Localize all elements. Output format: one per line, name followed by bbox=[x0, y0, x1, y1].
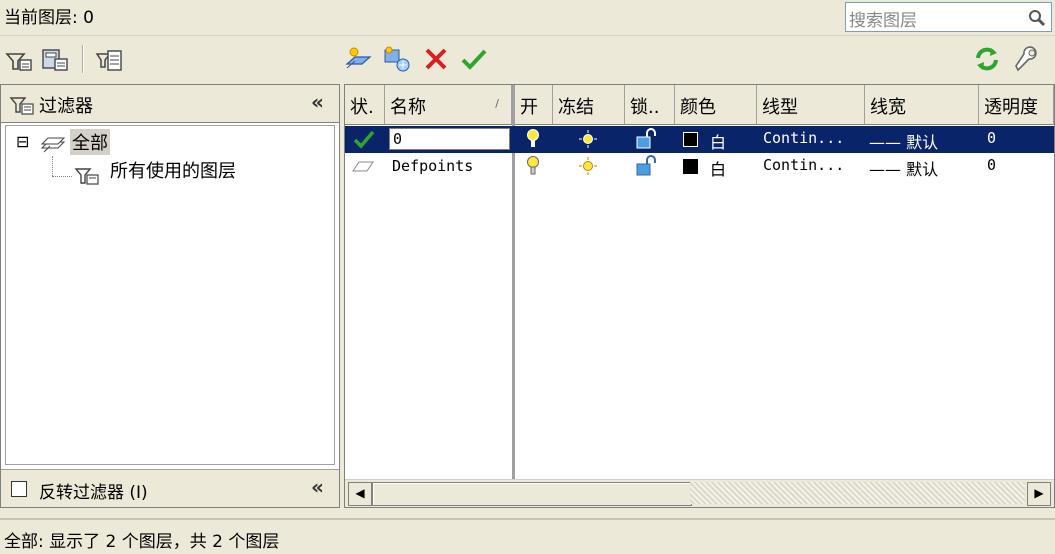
filter-panel-title: 过滤器 bbox=[39, 96, 93, 117]
collapse-filter-footer-button[interactable]: « bbox=[311, 475, 324, 499]
delete-layer-icon[interactable] bbox=[421, 44, 451, 74]
lineweight-value[interactable]: —— 默认 bbox=[869, 129, 938, 153]
column-header-name[interactable]: 名称 / bbox=[385, 85, 512, 125]
bulb-on-icon[interactable] bbox=[525, 155, 541, 177]
tree-expander-icon[interactable]: ⊟ bbox=[16, 132, 29, 151]
new-layer-vp-frozen-icon[interactable] bbox=[382, 44, 412, 74]
invert-filter-checkbox[interactable] bbox=[11, 481, 27, 497]
sun-thawed-icon[interactable] bbox=[578, 129, 598, 149]
sort-indicator: / bbox=[495, 97, 499, 110]
column-header-linetype[interactable]: 线型 bbox=[757, 85, 865, 125]
unlocked-padlock-icon[interactable] bbox=[635, 128, 657, 150]
current-layer-check-icon[interactable] bbox=[353, 129, 375, 149]
scrollbar-track[interactable] bbox=[690, 482, 1025, 504]
toolbar bbox=[0, 37, 1055, 83]
top-bar: 当前图层: 0 搜索图层 bbox=[0, 0, 1055, 36]
column-header-status[interactable]: 状. bbox=[345, 85, 385, 125]
collapse-filter-panel-button[interactable]: « bbox=[311, 90, 324, 114]
tree-line bbox=[52, 156, 53, 176]
search-icon[interactable] bbox=[1028, 9, 1046, 27]
set-current-icon[interactable] bbox=[459, 44, 489, 74]
status-text: 全部: 显示了 2 个图层，共 2 个图层 bbox=[4, 532, 280, 552]
bulb-on-icon[interactable] bbox=[525, 128, 541, 150]
used-layers-filter-icon bbox=[74, 168, 99, 185]
color-swatch[interactable] bbox=[683, 132, 698, 147]
horizontal-scrollbar[interactable]: ◀ ▶ bbox=[345, 479, 1054, 507]
tree-node-all-used-layers[interactable]: 所有使用的图层 bbox=[110, 157, 236, 183]
status-bar: 全部: 显示了 2 个图层，共 2 个图层 bbox=[0, 518, 1055, 554]
search-layers-input[interactable]: 搜索图层 bbox=[845, 2, 1052, 32]
filter-icon bbox=[9, 97, 34, 115]
linetype-value[interactable]: Contin... bbox=[763, 156, 844, 174]
column-header-transparency[interactable]: 透明度 bbox=[979, 85, 1054, 125]
sun-thawed-icon[interactable] bbox=[578, 156, 598, 176]
unlocked-padlock-icon[interactable] bbox=[635, 155, 657, 177]
color-swatch[interactable] bbox=[683, 159, 698, 174]
all-layers-icon bbox=[40, 137, 66, 153]
new-group-filter-icon[interactable] bbox=[40, 44, 70, 74]
tree-node-all[interactable]: 全部 bbox=[70, 129, 110, 155]
filter-panel: 过滤器 « ⊟ 全部 所有使用的图层 反转过滤器 (I) « bbox=[0, 84, 340, 508]
tree-line bbox=[52, 176, 72, 177]
column-header-lineweight[interactable]: 线宽 bbox=[865, 85, 979, 125]
filter-panel-footer: 反转过滤器 (I) « bbox=[1, 469, 339, 507]
scroll-left-arrow-icon[interactable]: ◀ bbox=[348, 482, 372, 506]
refresh-icon[interactable] bbox=[972, 44, 1002, 74]
column-header-freeze[interactable]: 冻结 bbox=[553, 85, 625, 125]
search-placeholder: 搜索图层 bbox=[849, 11, 917, 31]
transparency-value[interactable]: 0 bbox=[987, 156, 996, 174]
layer-name-edit-field[interactable]: 0 bbox=[389, 128, 510, 150]
column-header-color[interactable]: 颜色 bbox=[675, 85, 757, 125]
layer-grid: 状. 名称 / 开 冻结 锁.. 颜色 线型 线宽 透明度 0 白 Contin… bbox=[344, 84, 1055, 508]
linetype-value[interactable]: Contin... bbox=[763, 129, 844, 147]
color-name: 白 bbox=[710, 160, 727, 179]
lineweight-value[interactable]: —— 默认 bbox=[869, 156, 938, 180]
scrollbar-thumb[interactable] bbox=[372, 482, 692, 506]
layer-row[interactable]: 0 白 Contin... —— 默认 0 bbox=[345, 126, 1054, 153]
new-property-filter-icon[interactable] bbox=[4, 44, 34, 74]
color-name: 白 bbox=[710, 133, 727, 152]
toolbar-divider bbox=[82, 45, 84, 73]
settings-wrench-icon[interactable] bbox=[1012, 44, 1042, 74]
new-layer-icon[interactable] bbox=[343, 44, 373, 74]
current-layer-label: 当前图层: 0 bbox=[4, 8, 94, 28]
filter-panel-header: 过滤器 « bbox=[1, 85, 339, 123]
layer-status-icon[interactable] bbox=[351, 157, 375, 175]
column-header-name-label: 名称 bbox=[390, 97, 426, 118]
scroll-right-arrow-icon[interactable]: ▶ bbox=[1027, 482, 1051, 506]
invert-filter-label: 反转过滤器 (I) bbox=[39, 483, 148, 503]
layer-states-manager-icon[interactable] bbox=[94, 44, 124, 74]
layer-name: 0 bbox=[393, 130, 403, 148]
column-header-on[interactable]: 开 bbox=[515, 85, 553, 125]
transparency-value[interactable]: 0 bbox=[987, 129, 996, 147]
filter-tree: ⊟ 全部 所有使用的图层 bbox=[5, 125, 335, 465]
column-header-lock[interactable]: 锁.. bbox=[625, 85, 675, 125]
layer-row[interactable]: Defpoints 白 Contin... —— 默认 0 bbox=[345, 153, 1054, 180]
layer-name[interactable]: Defpoints bbox=[392, 157, 473, 175]
